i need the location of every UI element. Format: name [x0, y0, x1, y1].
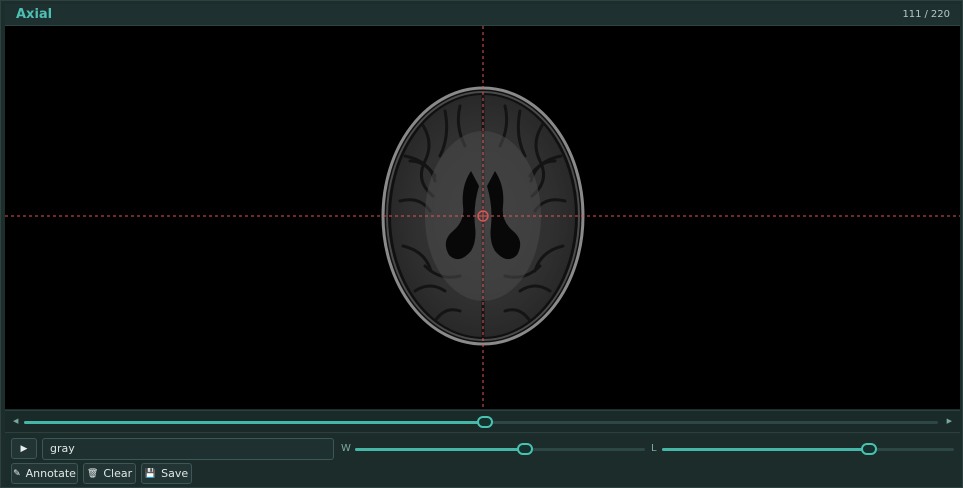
save-label: Save	[161, 467, 189, 480]
slice-slider-thumb[interactable]	[476, 416, 493, 428]
slice-total: 220	[930, 9, 950, 20]
slice-slider-bar: ◀ ▶	[5, 410, 960, 433]
colormap-select[interactable]: gray	[42, 438, 334, 460]
slice-counter: 111/220	[902, 9, 950, 20]
trash-icon: 🗑	[86, 468, 99, 479]
pencil-icon: ✎	[13, 468, 21, 479]
play-icon: ▶	[20, 443, 28, 454]
controls-panel: ▶ gray W L ✎ Annotate 🗑 Clear 💾 Save	[5, 434, 960, 486]
slice-slider-fill	[24, 421, 485, 424]
clear-label: Clear	[103, 467, 133, 480]
annotate-button[interactable]: ✎ Annotate	[11, 463, 78, 484]
clear-button[interactable]: 🗑 Clear	[83, 463, 136, 484]
window-slider-track[interactable]	[355, 448, 645, 451]
annotate-label: Annotate	[25, 467, 76, 480]
play-button[interactable]: ▶	[11, 438, 37, 459]
window-slider-thumb[interactable]	[516, 443, 533, 455]
view-title: Axial	[16, 7, 53, 22]
viewer-header: Axial 111/220	[5, 4, 960, 26]
level-slider-thumb[interactable]	[861, 443, 878, 455]
floppy-disk-icon: 💾	[144, 468, 157, 479]
slice-current: 111	[902, 9, 922, 20]
image-viewport[interactable]	[5, 26, 960, 409]
mri-slice-canvas[interactable]	[5, 26, 960, 409]
slice-separator: /	[924, 9, 928, 20]
viewer-window: Axial 111/220 ◀ ▶ ▶ gray W L ✎ Annotate …	[0, 0, 963, 488]
save-button[interactable]: 💾 Save	[141, 463, 192, 484]
window-slider-fill	[355, 448, 525, 451]
level-label: L	[651, 443, 657, 454]
window-label: W	[341, 443, 351, 454]
slice-next-arrow-icon[interactable]: ▶	[947, 417, 952, 425]
slice-prev-arrow-icon[interactable]: ◀	[13, 417, 18, 425]
level-slider-fill	[662, 448, 870, 451]
level-slider-track[interactable]	[662, 448, 954, 451]
